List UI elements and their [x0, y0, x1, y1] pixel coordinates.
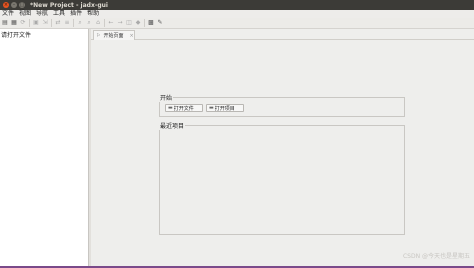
start-group-title: 开始 [159, 93, 174, 102]
watermark: CSDN @今天也是星期五 [402, 253, 470, 260]
menu-plugins[interactable]: 插件 [68, 10, 85, 18]
toolbar-separator [73, 19, 74, 27]
folder-icon: ▬ [168, 105, 173, 111]
find-class-icon[interactable]: ⌕ [85, 19, 93, 27]
window-title: *New Project - jadx-gui [30, 1, 108, 9]
recent-projects-group [159, 125, 405, 235]
search-icon[interactable]: ⌕ [76, 19, 84, 27]
window-controls: × – □ [3, 2, 25, 8]
toolbar: ▤ ▦ ⟳ ▣ ⇲ ⇄ ≡ ⌕ ⌕ ⌂ ← → ◫ ◆ ▩ ✎ [0, 18, 474, 29]
open-file-button[interactable]: ▬ 打开文件 [165, 104, 203, 112]
tab-label: 开始页面 [103, 33, 124, 39]
home-icon[interactable]: ⌂ [94, 19, 102, 27]
toolbar-separator [51, 19, 52, 27]
tab-start-page[interactable]: ⚐ 开始页面 × [93, 30, 135, 40]
folder-icon: ▬ [209, 105, 214, 111]
add-files-icon[interactable]: ▦ [10, 19, 18, 27]
menu-navigation[interactable]: 导航 [34, 10, 51, 18]
close-tab-icon[interactable]: × [130, 33, 134, 39]
recent-projects-title: 最近项目 [159, 121, 186, 130]
file-tree-panel[interactable]: 请打开文件 [0, 29, 89, 266]
open-project-label: 打开项目 [214, 105, 235, 112]
open-project-button[interactable]: ▬ 打开项目 [206, 104, 244, 112]
log-icon[interactable]: ▩ [147, 19, 155, 27]
window-titlebar: × – □ *New Project - jadx-gui [0, 0, 474, 10]
toolbar-separator [29, 19, 30, 27]
forward-icon[interactable]: → [116, 19, 124, 27]
editor-area: ⚐ 开始页面 × 开始 ▬ 打开文件 ▬ 打开项目 最近项目 [91, 29, 474, 266]
preferences-icon[interactable]: ✎ [156, 19, 164, 27]
start-page-icon: ⚐ [96, 32, 101, 39]
minimize-window-button[interactable]: – [11, 2, 17, 8]
menu-help[interactable]: 帮助 [85, 10, 102, 18]
save-icon[interactable]: ▣ [32, 19, 40, 27]
toolbar-separator [104, 19, 105, 27]
menubar: 文件 视图 导航 工具 插件 帮助 [0, 10, 474, 18]
tab-strip: ⚐ 开始页面 × [91, 29, 474, 40]
tree-placeholder: 请打开文件 [1, 32, 32, 39]
close-window-button[interactable]: × [3, 2, 9, 8]
open-folder-icon[interactable]: ▤ [1, 19, 9, 27]
maximize-window-button[interactable]: □ [19, 2, 25, 8]
menu-tools[interactable]: 工具 [51, 10, 68, 18]
reload-icon[interactable]: ⟳ [19, 19, 27, 27]
menu-file[interactable]: 文件 [0, 10, 17, 18]
export-icon[interactable]: ⇲ [41, 19, 49, 27]
back-icon[interactable]: ← [107, 19, 115, 27]
sync-tree-icon[interactable]: ⇄ [54, 19, 62, 27]
toolbar-separator [144, 19, 145, 27]
open-file-label: 打开文件 [173, 105, 194, 112]
menu-view[interactable]: 视图 [17, 10, 34, 18]
deobfuscation-icon[interactable]: ◆ [134, 19, 142, 27]
flat-packages-icon[interactable]: ≡ [63, 19, 71, 27]
quark-icon[interactable]: ◫ [125, 19, 133, 27]
